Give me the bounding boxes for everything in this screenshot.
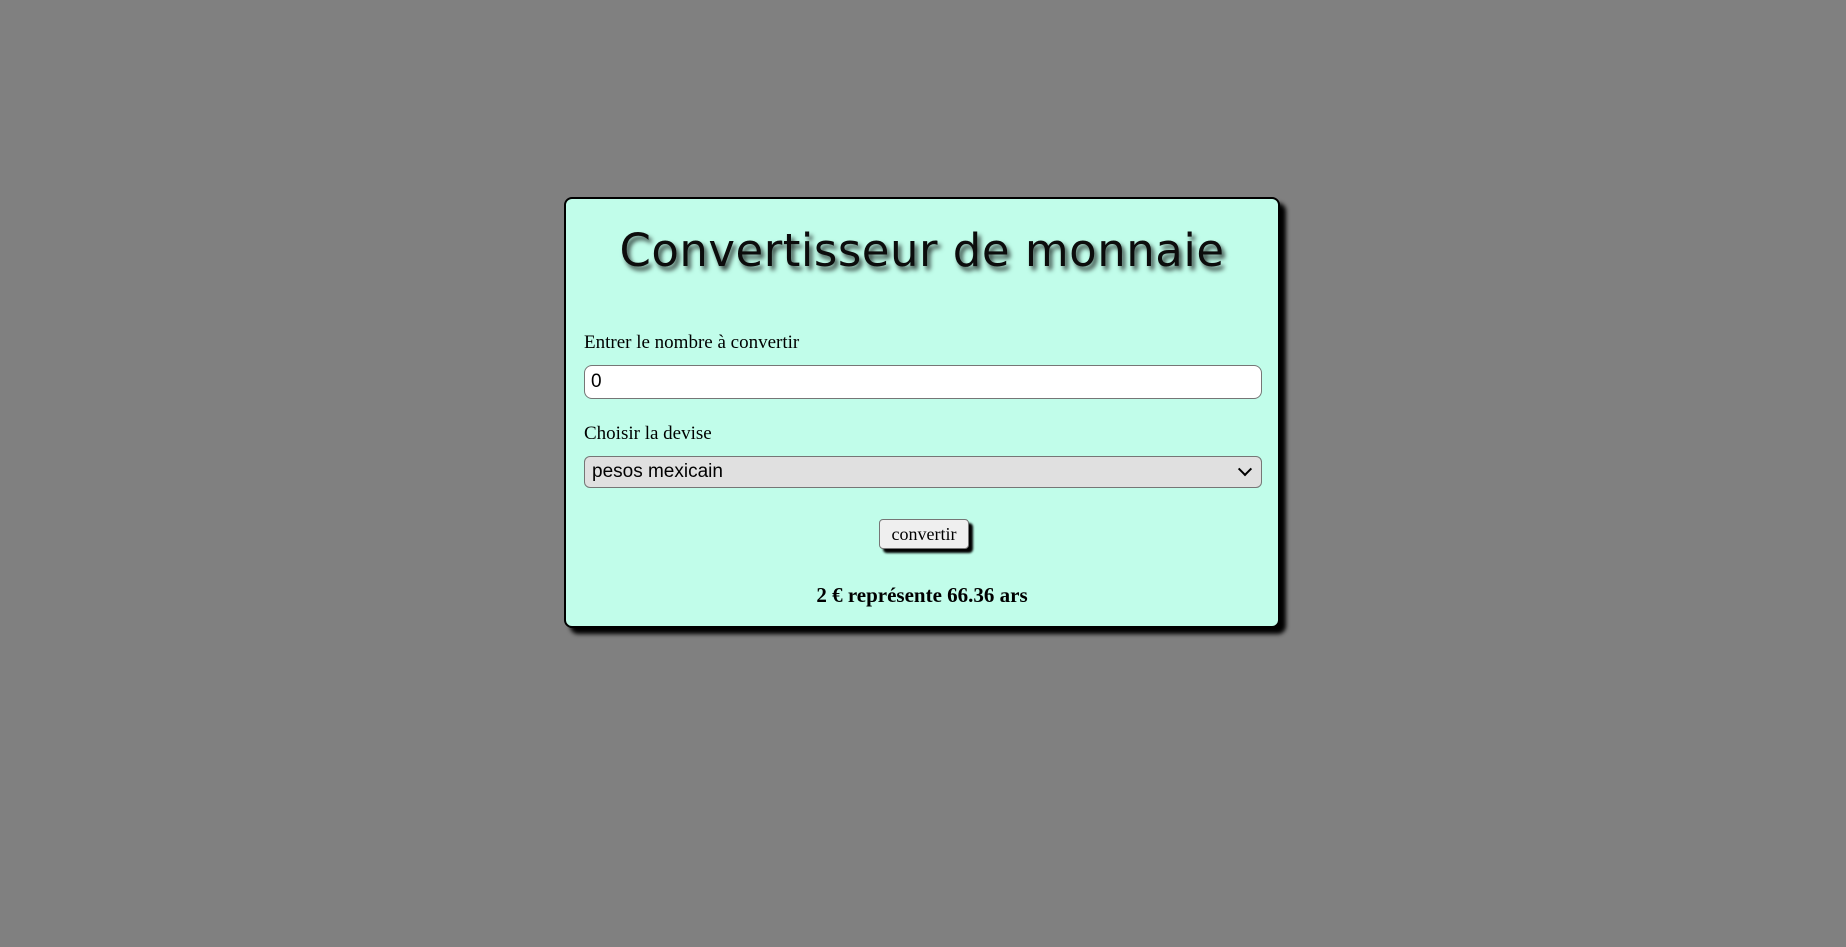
amount-label: Entrer le nombre à convertir xyxy=(584,332,800,353)
currency-label: Choisir la devise xyxy=(584,423,712,444)
currency-select[interactable]: pesos mexicain xyxy=(584,456,1262,488)
amount-input[interactable] xyxy=(584,365,1262,399)
currency-selected-value: pesos mexicain xyxy=(592,461,723,482)
converter-card: Convertisseur de monnaie Entrer le nombr… xyxy=(564,197,1280,628)
convert-button[interactable]: convertir xyxy=(879,519,969,549)
result-text: 2 € représente 66.36 ars xyxy=(816,583,1028,607)
chevron-down-icon xyxy=(1237,462,1253,477)
page-title: Convertisseur de monnaie xyxy=(619,224,1225,277)
